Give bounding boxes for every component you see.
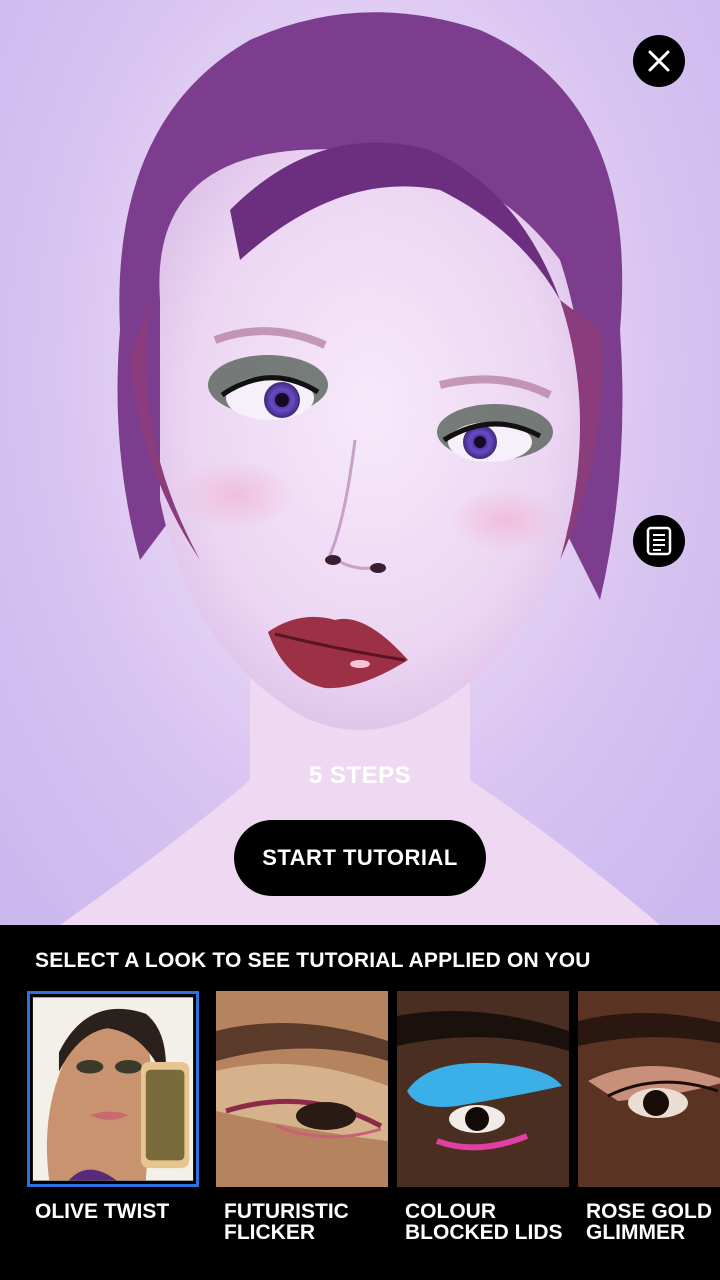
look-label: OLIVE TWIST	[35, 1200, 170, 1223]
look-label: ROSE GOLD GLIMMER	[586, 1200, 713, 1244]
looks-carousel[interactable]: OLIVE TWIST FUTURISTIC FLICKER COLOUR BL…	[27, 991, 720, 1280]
look-label: FUTURISTIC FLICKER	[224, 1200, 349, 1244]
camera-preview: 5 STEPS START TUTORIAL	[0, 0, 720, 925]
panel-title: SELECT A LOOK TO SEE TUTORIAL APPLIED ON…	[35, 949, 591, 972]
look-thumbnail-olive-twist	[27, 991, 199, 1187]
notes-icon	[646, 526, 672, 556]
steps-count: 5 STEPS	[308, 762, 412, 789]
tutorial-steps-button[interactable]	[633, 515, 685, 567]
look-label: COLOUR BLOCKED LIDS	[405, 1200, 563, 1244]
look-selection-panel: SELECT A LOOK TO SEE TUTORIAL APPLIED ON…	[0, 925, 720, 1280]
look-thumbnail-colour-blocked-lids	[397, 991, 569, 1187]
look-thumbnail-futuristic-flicker	[216, 991, 388, 1187]
close-icon	[648, 50, 670, 72]
close-button[interactable]	[633, 35, 685, 87]
look-thumbnail-rose-gold-glimmer	[578, 991, 720, 1187]
start-tutorial-button[interactable]: START TUTORIAL	[234, 820, 486, 896]
